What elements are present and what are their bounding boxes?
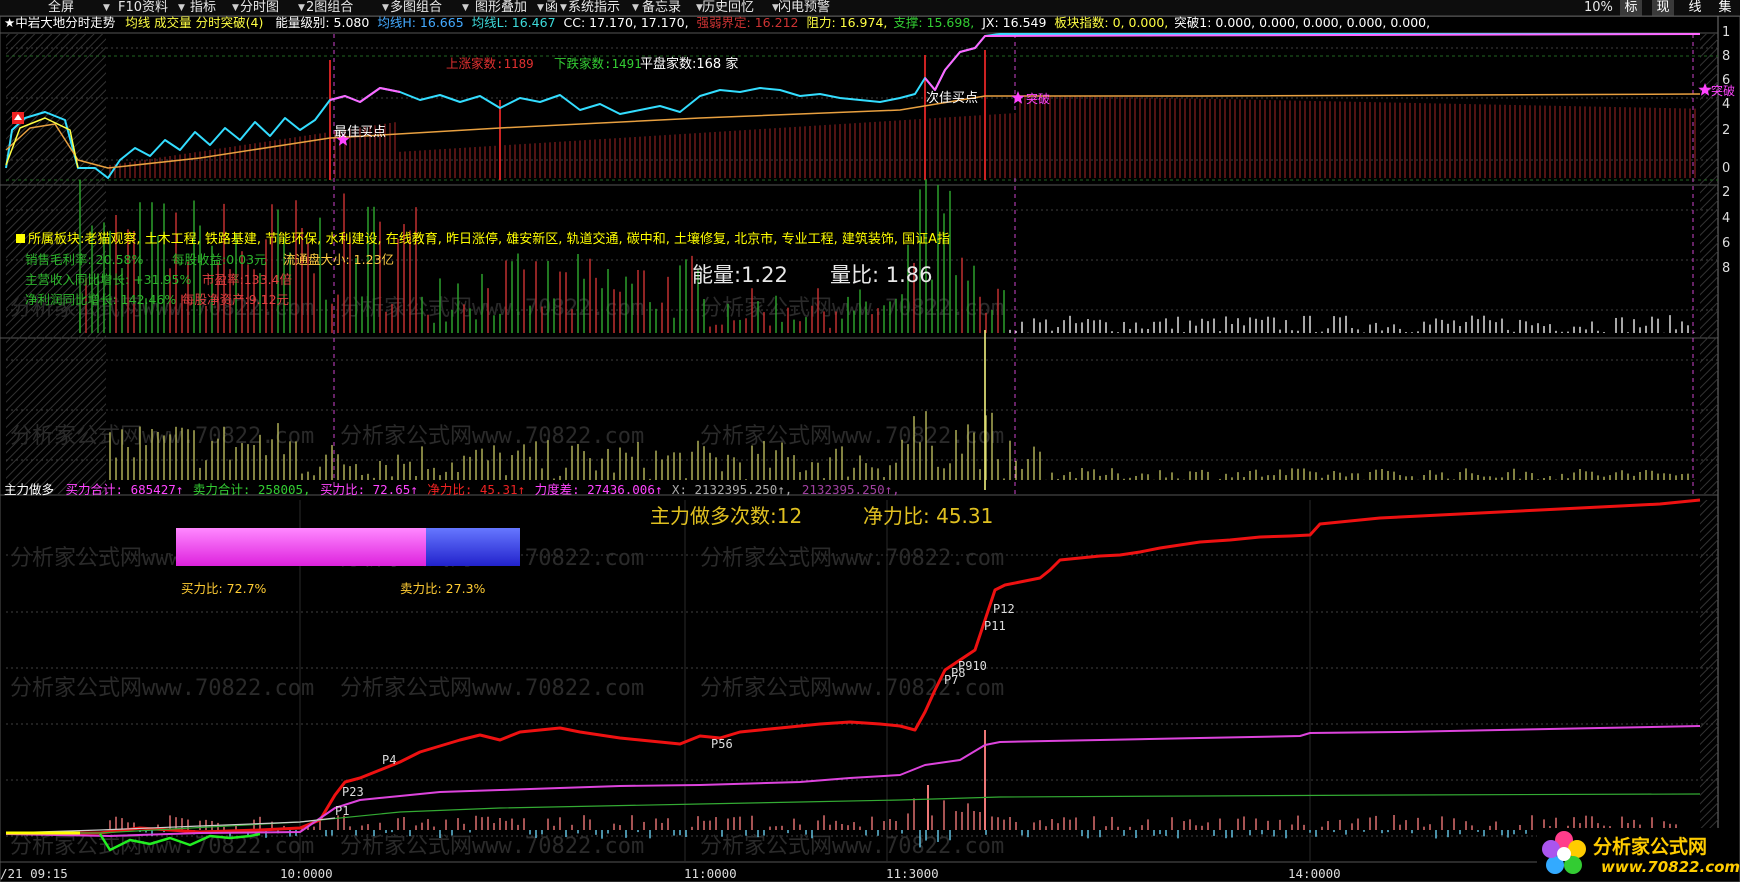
scale-tick: 6 — [1722, 236, 1731, 251]
scale-tick: 8 — [1722, 261, 1731, 276]
pe-label: 市盈率:133.4倍 — [202, 272, 292, 287]
logo-url: www.70822.com — [1601, 858, 1740, 876]
float-cap-label: 流通盘大小: 1.23亿 — [283, 252, 395, 267]
signal-point-label: P11 — [984, 619, 1006, 633]
sell-ratio-segment — [426, 528, 520, 566]
watermark-text: 分析家公式网www.70822.com — [340, 676, 644, 701]
sector-label: 所属板块: — [28, 232, 85, 247]
watermark-text: 分析家公式网www.70822.com — [340, 834, 644, 859]
second-buy-label: 次佳买点 — [926, 91, 979, 106]
force-name[interactable]: 主力做多 — [4, 482, 54, 497]
force-header: 主力做多 买力合计: 685427↑ 卖力合计: 258005, 买力比: 72… — [4, 482, 900, 498]
watermark-text: 分析家公式网www.70822.com — [10, 676, 314, 701]
buy-ratio: 买力比: 72.65↑ — [320, 482, 418, 497]
up-count-label: 上涨家数:1189 — [446, 56, 534, 71]
sector-line: 所属板块:老猫观察, 土木工程, 铁路基建, 节能环保, 水利建设, 在线教育,… — [16, 228, 950, 247]
breakout-mark-label: 突破 — [1026, 92, 1051, 106]
sector-list: 老猫观察, 土木工程, 铁路基建, 节能环保, 水利建设, 在线教育, 昨日涨停… — [84, 232, 950, 247]
profit-growth-label: 净利润同比增长: 142.46% — [25, 292, 177, 307]
stock-terminal-window: 全屏 F10资料 指标 分时图 2图组合 多图组合 图形叠加函系统指示 备忘录 历史回忆 闪电预警… — [0, 0, 1740, 882]
price-line-highlight — [924, 33, 1701, 91]
scale-tick: 2 — [1722, 123, 1731, 138]
long-count-label: 主力做多次数:12 — [650, 504, 803, 528]
strength-diff: 力度差: 27436.006↑ — [534, 482, 663, 497]
scale-tick: 2 — [1722, 185, 1731, 200]
energy-label: 能量:1.22 — [692, 263, 788, 287]
signal-point-label: P12 — [993, 602, 1015, 616]
logo-name: 分析家公式网 — [1593, 836, 1708, 858]
scale-tick: 1 — [1722, 25, 1731, 40]
watermark-text: 分析家公式网www.70822.com — [10, 424, 314, 449]
scale-tick: 8 — [1722, 49, 1731, 64]
watermark-text: 分析家公式网www.70822.com — [700, 296, 1004, 321]
chart-canvas[interactable]: 分析家公式网www.70822.com分析家公式网www.70822.com分析… — [0, 0, 1740, 882]
revenue-growth-label: 主营收入同比增长: +31.95% — [25, 272, 192, 287]
volume-ratio-label: 量比: 1.86 — [830, 263, 933, 287]
x-value-2: 2132395.250↑, — [801, 482, 900, 497]
down-count-label: 下跌家数:1491 — [554, 56, 642, 71]
buy-ratio-text: 买力比: 72.7% — [181, 581, 267, 596]
signal-point-label: P23 — [342, 785, 364, 799]
scale-tick: 0 — [1722, 161, 1731, 176]
scale-tick: 4 — [1722, 211, 1731, 226]
net-assets-label: 每股净资产:9.12元 — [182, 292, 290, 307]
time-tick: 11:0000 — [684, 866, 737, 881]
buy-total: 买力合计: 685427↑ — [65, 482, 184, 497]
post-market-hatch-lower — [1700, 500, 1718, 860]
buy-sell-ratio-bar — [176, 528, 520, 566]
sell-total: 卖力合计: 258005, — [192, 482, 311, 497]
time-tick: /21 09:15 — [0, 866, 68, 881]
breakout-star-icon — [1011, 91, 1025, 104]
gross-margin-label: 销售毛利率: 20.58% — [25, 252, 144, 267]
scale-tick: 4 — [1722, 97, 1731, 112]
watermark-text: 分析家公式网www.70822.com — [340, 424, 644, 449]
net-ratio: 净力比: 45.31↑ — [427, 482, 526, 497]
x-value: X: 2132395.250↑, — [671, 482, 793, 497]
sector-bullet-icon — [16, 234, 25, 243]
sell-ratio-text: 卖力比: 27.3% — [400, 581, 486, 596]
signal-point-label: P910 — [958, 659, 987, 673]
watermark-text: 分析家公式网www.70822.com — [10, 834, 314, 859]
price-line-highlight — [329, 87, 401, 103]
watermark-text: 分析家公式网www.70822.com — [700, 424, 1004, 449]
signal-point-label: P4 — [382, 753, 396, 767]
time-tick: 11:3000 — [886, 866, 939, 881]
signal-point-label: P1 — [335, 804, 349, 818]
buy-ratio-segment — [176, 528, 426, 566]
signal-point-label: P56 — [711, 737, 733, 751]
watermark-text: 分析家公式网www.70822.com — [700, 546, 1004, 571]
site-logo: 分析家公式网 www.70822.com — [1537, 828, 1740, 880]
post-market-hatch — [1700, 34, 1718, 494]
scale-tick: 6 — [1722, 73, 1731, 88]
best-buy-label: 最佳买点 — [334, 125, 387, 140]
time-tick: 14:0000 — [1288, 866, 1341, 881]
watermark-text: 分析家公式网www.70822.com — [700, 834, 1004, 859]
flower-logo-icon — [1542, 831, 1586, 874]
time-tick: 10:0000 — [280, 866, 333, 881]
force-net-ratio-label: 净力比: 45.31 — [863, 504, 994, 528]
flat-count-label: 平盘家数:168 家 — [640, 57, 739, 72]
eps-label: 每股收益:0.03元 — [172, 252, 267, 267]
